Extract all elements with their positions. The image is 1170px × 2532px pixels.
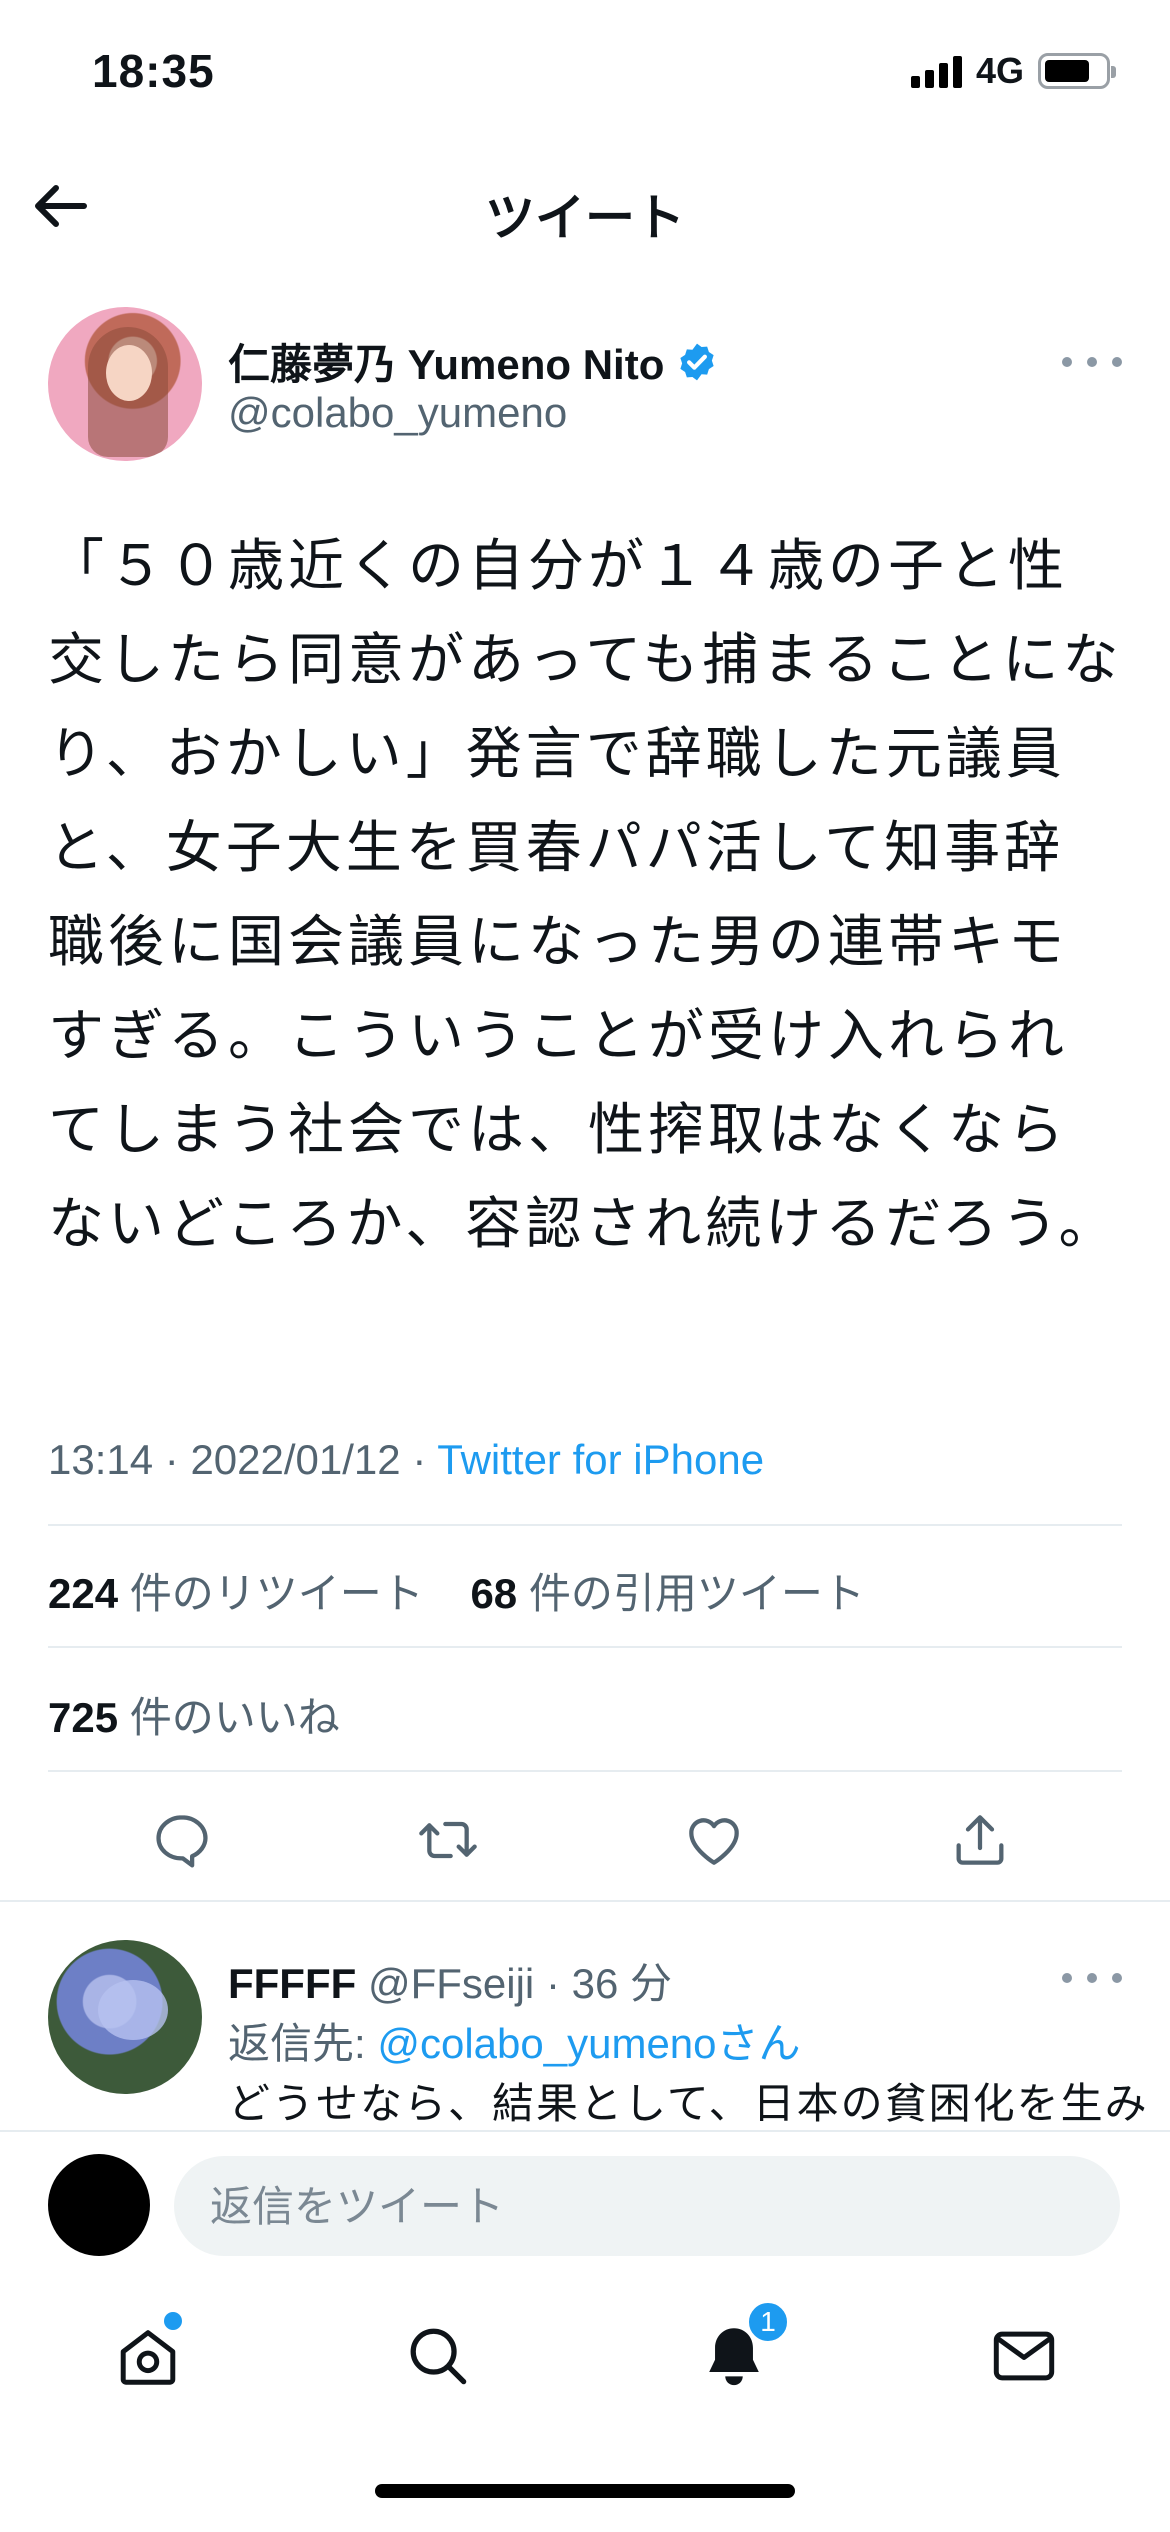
avatar[interactable] xyxy=(48,307,202,461)
tweet-meta: 13:14 · 2022/01/12 · Twitter for iPhone xyxy=(48,1436,765,1483)
quote-count: 68 xyxy=(470,1570,518,1617)
reply-to: 返信先: @colabo_yumenoさん xyxy=(228,2010,801,2071)
reply-icon xyxy=(156,1815,208,1868)
reply-author-handle[interactable]: @FFseiji xyxy=(368,1960,534,2007)
home-icon xyxy=(120,2330,176,2385)
likes-label: 件のいいね xyxy=(129,1694,340,1741)
tab-messages[interactable] xyxy=(984,2316,1064,2396)
battery-icon xyxy=(1038,53,1116,89)
tweet-date: 2022/01/12 xyxy=(190,1436,401,1483)
tab-notifications[interactable]: 1 xyxy=(694,2300,790,2396)
divider xyxy=(48,1524,1122,1526)
tab-search[interactable] xyxy=(398,2316,478,2396)
verified-badge-icon xyxy=(680,343,714,380)
search-icon xyxy=(410,2328,467,2385)
status-indicators: 4G xyxy=(910,50,1116,92)
retweets-link[interactable]: 224 件のリツイート xyxy=(48,1570,424,1617)
like-count: 725 xyxy=(48,1694,119,1741)
like-button[interactable] xyxy=(674,1800,754,1880)
compose-bar xyxy=(0,2130,1170,2280)
nav-header: ツイート xyxy=(0,160,1170,250)
avatar[interactable] xyxy=(48,1940,202,2094)
reply-input[interactable] xyxy=(174,2156,1120,2256)
retweets-label: 件のリツイート xyxy=(129,1570,424,1617)
reply-author-row: FFFFF @FFseiji · 36 分 xyxy=(228,1960,672,2007)
tab-home[interactable] xyxy=(108,2312,188,2396)
reply-author-name[interactable]: FFFFF xyxy=(228,1960,356,2007)
mail-icon xyxy=(993,2331,1055,2381)
retweet-button[interactable] xyxy=(408,1800,488,1880)
tab-bar: 1 xyxy=(0,2282,1170,2442)
tweet-source-link[interactable]: Twitter for iPhone xyxy=(437,1436,764,1483)
author-handle[interactable]: @colabo_yumeno xyxy=(228,389,567,437)
home-indicator[interactable] xyxy=(375,2484,795,2498)
divider xyxy=(48,1770,1122,1772)
reply-to-suffix: さん xyxy=(716,2020,801,2067)
retweet-stats: 224 件のリツイート 68 件の引用ツイート xyxy=(48,1560,865,1621)
tweet-author: 仁藤夢乃 Yumeno Nito @colabo_yumeno xyxy=(48,307,1122,467)
divider xyxy=(0,1900,1170,1902)
tweet-actions xyxy=(0,1800,1170,1880)
retweet-icon xyxy=(419,1821,477,1859)
reply-time: 36 分 xyxy=(571,1960,672,2007)
status-time: 18:35 xyxy=(92,45,215,97)
divider xyxy=(48,1646,1122,1648)
more-icon[interactable] xyxy=(1062,1968,1122,1988)
more-icon[interactable] xyxy=(1062,347,1122,377)
author-name-row[interactable]: 仁藤夢乃 Yumeno Nito xyxy=(228,331,718,392)
quotes-label: 件の引用ツイート xyxy=(528,1570,865,1617)
reply-to-handle[interactable]: @colabo_yumeno xyxy=(377,2020,716,2067)
tweet-text: 「５０歳近くの自分が１４歳の子と性交したら同意があっても捕まることになり、おかし… xyxy=(48,534,1123,1257)
author-display-name: 仁藤夢乃 Yumeno Nito xyxy=(228,341,665,388)
reply-to-label: 返信先: xyxy=(228,2020,378,2067)
signal-icon xyxy=(910,54,962,88)
reply-tweet[interactable]: FFFFF @FFseiji · 36 分 返信先: @colabo_yumen… xyxy=(0,1910,1170,2130)
share-button[interactable] xyxy=(940,1800,1020,1880)
new-content-dot xyxy=(164,2312,182,2330)
tweet-time: 13:14 xyxy=(48,1436,154,1483)
avatar xyxy=(48,2154,150,2256)
retweet-count: 224 xyxy=(48,1570,119,1617)
quotes-link[interactable]: 68 件の引用ツイート xyxy=(470,1570,864,1617)
network-type: 4G xyxy=(975,50,1024,91)
likes-stats[interactable]: 725 件のいいね xyxy=(48,1684,340,1745)
page-title: ツイート xyxy=(485,190,685,246)
notifications-badge: 1 xyxy=(746,2300,790,2344)
like-icon xyxy=(689,1818,739,1865)
reply-button[interactable] xyxy=(142,1800,222,1880)
reply-text: どうせなら、結果として、日本の貧困化を生み xyxy=(228,2079,1149,2128)
status-bar: 18:35 4G xyxy=(0,0,1170,150)
share-icon xyxy=(956,1815,1004,1865)
